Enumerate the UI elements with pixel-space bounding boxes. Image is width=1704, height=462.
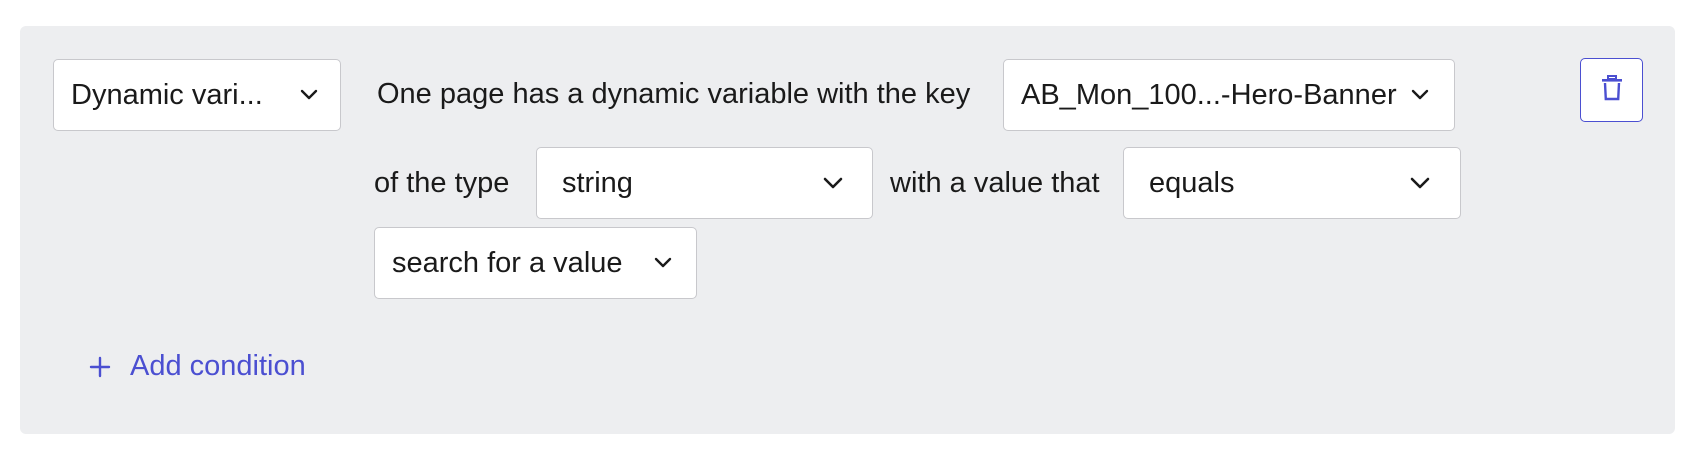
trash-icon <box>1601 74 1623 106</box>
value-search-select[interactable]: search for a value <box>374 227 697 299</box>
condition-type-value: Dynamic vari... <box>71 78 263 111</box>
chevron-down-icon <box>1409 176 1431 190</box>
variable-key-select[interactable]: AB_Mon_100...-Hero-Banner <box>1003 59 1455 131</box>
delete-condition-button[interactable] <box>1580 58 1643 122</box>
value-that-text: with a value that <box>890 167 1100 199</box>
condition-type-select[interactable]: Dynamic vari... <box>53 59 341 131</box>
chevron-down-icon <box>822 176 844 190</box>
add-condition-label: Add condition <box>130 350 306 382</box>
value-search-placeholder: search for a value <box>392 246 623 279</box>
operator-value: equals <box>1149 166 1235 199</box>
of-type-text: of the type <box>374 167 510 199</box>
datatype-value: string <box>562 166 633 199</box>
chevron-down-icon <box>1409 88 1431 102</box>
variable-key-value: AB_Mon_100...-Hero-Banner <box>1021 78 1397 111</box>
chevron-down-icon <box>298 88 320 102</box>
datatype-select[interactable]: string <box>536 147 873 219</box>
condition-lead-text: One page has a dynamic variable with the… <box>377 78 971 110</box>
operator-select[interactable]: equals <box>1123 147 1461 219</box>
chevron-down-icon <box>652 256 674 270</box>
plus-icon <box>88 355 112 379</box>
add-condition-button[interactable]: Add condition <box>88 352 306 381</box>
